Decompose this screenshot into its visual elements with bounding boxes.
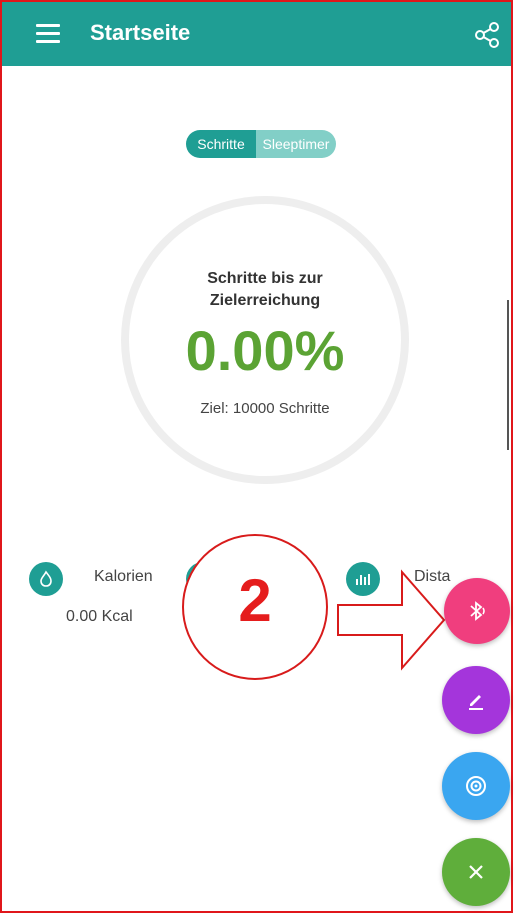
edit-icon (469, 695, 483, 710)
progress-value: 0.00% (185, 319, 345, 382)
bluetooth-icon (470, 601, 485, 621)
close-button[interactable] (442, 838, 510, 906)
mode-toggle: Schritte Sleeptimer (186, 130, 336, 158)
signal-icon (466, 776, 486, 796)
arrow-right-icon (337, 569, 446, 671)
bluetooth-button[interactable] (444, 578, 510, 644)
kalorien-label: Kalorien (94, 568, 153, 585)
step-number: 2 (238, 567, 272, 634)
progress-goal: Ziel: 10000 Schritte (200, 400, 330, 417)
progress-ring: Schritte bis zur Zielerreichung 0.00% Zi… (121, 196, 409, 484)
edit-button[interactable] (442, 666, 510, 734)
menu-icon[interactable] (36, 24, 60, 44)
step-number-badge: 2 (182, 534, 328, 680)
toggle-sleeptimer[interactable]: Sleeptimer (256, 130, 336, 158)
share-icon[interactable] (472, 20, 502, 50)
side-edge (507, 300, 509, 450)
signal-button[interactable] (442, 752, 510, 820)
page-title: Startseite (90, 20, 191, 45)
close-icon (469, 865, 483, 879)
toggle-schritte[interactable]: Schritte (186, 130, 256, 158)
kalorien-value: 0.00 Kcal (66, 608, 133, 625)
progress-label: Schritte bis zur Zielerreichung (207, 270, 323, 309)
flame-icon (29, 562, 63, 596)
app-bar: Startseite (2, 2, 511, 66)
